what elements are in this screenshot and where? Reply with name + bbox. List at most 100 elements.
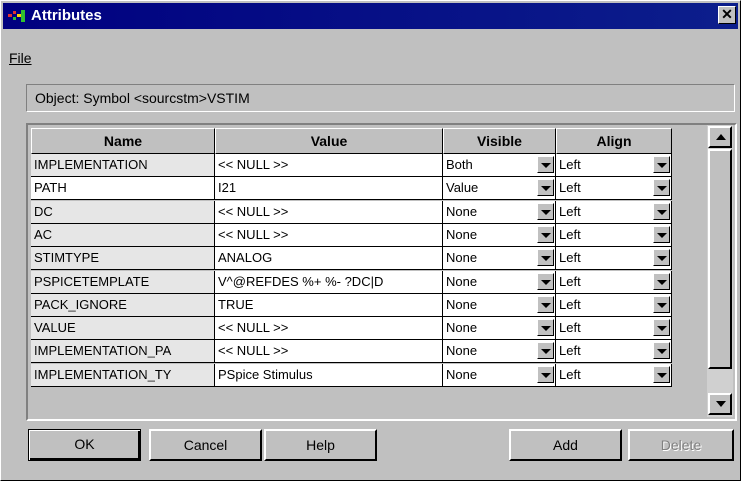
attribute-value-cell[interactable]: PSpice Stimulus [215, 363, 443, 387]
dropdown-arrow-icon[interactable] [653, 202, 670, 220]
title-bar[interactable]: Attributes ✕ [3, 3, 738, 29]
dropdown-arrow-icon[interactable] [653, 295, 670, 313]
attribute-value-cell[interactable]: << NULL >> [215, 340, 443, 364]
attribute-value-cell[interactable]: << NULL >> [215, 223, 443, 247]
align-select[interactable]: Left [556, 154, 672, 177]
table-row[interactable]: DC << NULL >> None Left [31, 200, 672, 224]
attribute-name-cell-text: PATH [34, 180, 67, 196]
attribute-value-cell[interactable]: V^@REFDES %+ %- ?DC|D [215, 270, 443, 294]
dropdown-arrow-icon[interactable] [537, 225, 554, 243]
dropdown-arrow-icon[interactable] [537, 295, 554, 313]
align-select[interactable]: Left [556, 247, 672, 271]
attribute-value-cell-text: << NULL >> [218, 226, 289, 242]
table-row[interactable]: AC << NULL >> None Left [31, 223, 672, 247]
header-filler [672, 128, 710, 154]
ok-button[interactable]: OK [28, 429, 141, 461]
dropdown-arrow-icon[interactable] [537, 249, 554, 267]
dropdown-arrow-icon[interactable] [537, 156, 554, 173]
attribute-name-cell[interactable]: PACK_IGNORE [31, 293, 215, 317]
visible-select[interactable]: None [443, 317, 556, 341]
visible-select-text: None [446, 296, 478, 312]
table-row[interactable]: PACK_IGNORE TRUE None Left [31, 293, 672, 317]
attribute-name-cell[interactable]: DC [31, 200, 215, 224]
table-row[interactable]: IMPLEMENTATION << NULL >> Both Left [31, 154, 672, 177]
visible-select[interactable]: None [443, 340, 556, 364]
scroll-up-button[interactable] [708, 126, 732, 148]
scroll-thumb[interactable] [708, 149, 732, 369]
visible-select[interactable]: None [443, 223, 556, 247]
dropdown-arrow-icon[interactable] [653, 179, 670, 197]
align-select-text: Left [559, 273, 581, 289]
align-select[interactable]: Left [556, 270, 672, 294]
attribute-name-cell[interactable]: AC [31, 223, 215, 247]
visible-select[interactable]: Both [443, 154, 556, 177]
table-row[interactable]: PSPICETEMPLATE V^@REFDES %+ %- ?DC|D None L… [31, 270, 672, 294]
row-filler [672, 317, 710, 341]
table-row[interactable]: IMPLEMENTATION_PA << NULL >> None Left [31, 340, 672, 364]
attribute-name-cell[interactable]: IMPLEMENTATION [31, 154, 215, 177]
align-select[interactable]: Left [556, 363, 672, 387]
dropdown-arrow-icon[interactable] [537, 179, 554, 197]
align-select[interactable]: Left [556, 340, 672, 364]
visible-select[interactable]: None [443, 270, 556, 294]
column-header-align[interactable]: Align [556, 128, 672, 154]
attribute-name-cell[interactable]: VALUE [31, 317, 215, 341]
align-select[interactable]: Left [556, 293, 672, 317]
align-select[interactable]: Left [556, 177, 672, 201]
visible-select-text: None [446, 366, 478, 382]
menu-file[interactable]: File [9, 50, 32, 66]
table-row[interactable]: STIMTYPE ANALOG None Left [31, 247, 672, 271]
help-button[interactable]: Help [264, 429, 377, 461]
attribute-value-cell[interactable]: << NULL >> [215, 154, 443, 177]
dropdown-arrow-icon[interactable] [653, 156, 670, 173]
table-row[interactable]: PATH I21 Value Left [31, 177, 672, 201]
attribute-name-cell-text: VALUE [34, 320, 76, 336]
align-select[interactable]: Left [556, 200, 672, 224]
align-select-text: Left [559, 180, 581, 196]
visible-select[interactable]: None [443, 293, 556, 317]
close-button[interactable]: ✕ [718, 6, 736, 24]
dropdown-arrow-icon[interactable] [537, 319, 554, 337]
column-header-name[interactable]: Name [31, 128, 215, 154]
attribute-name-cell[interactable]: IMPLEMENTATION_PA [31, 340, 215, 364]
scroll-down-button[interactable] [708, 393, 732, 415]
dropdown-arrow-icon[interactable] [653, 365, 670, 383]
attribute-value-cell[interactable]: I21 [215, 177, 443, 201]
visible-select[interactable]: None [443, 363, 556, 387]
dropdown-arrow-icon[interactable] [537, 365, 554, 383]
dropdown-arrow-icon[interactable] [653, 319, 670, 337]
attribute-name-cell[interactable]: PSPICETEMPLATE [31, 270, 215, 294]
column-header-visible[interactable]: Visible [443, 128, 556, 154]
add-button[interactable]: Add [509, 429, 622, 461]
dropdown-arrow-icon[interactable] [537, 342, 554, 360]
attribute-value-cell[interactable]: << NULL >> [215, 200, 443, 224]
vertical-scrollbar[interactable] [707, 125, 733, 417]
attribute-value-cell[interactable]: TRUE [215, 293, 443, 317]
visible-select[interactable]: Value [443, 177, 556, 201]
cancel-button[interactable]: Cancel [149, 429, 262, 461]
dropdown-arrow-icon[interactable] [653, 225, 670, 243]
column-header-value[interactable]: Value [215, 128, 443, 154]
row-filler [672, 340, 710, 364]
attribute-name-cell-text: DC [34, 203, 53, 219]
attributes-dialog: Attributes ✕ File Object: Symbol <sourcs… [0, 0, 741, 481]
attribute-name-cell[interactable]: STIMTYPE [31, 247, 215, 271]
attribute-value-cell[interactable]: << NULL >> [215, 317, 443, 341]
table-row[interactable]: VALUE << NULL >> None Left [31, 317, 672, 341]
attribute-value-cell[interactable]: ANALOG [215, 247, 443, 271]
attribute-name-cell[interactable]: IMPLEMENTATION_TY [31, 363, 215, 387]
visible-select[interactable]: None [443, 200, 556, 224]
dropdown-arrow-icon[interactable] [653, 272, 670, 290]
visible-select[interactable]: None [443, 247, 556, 271]
dropdown-arrow-icon[interactable] [653, 342, 670, 360]
align-select[interactable]: Left [556, 223, 672, 247]
dropdown-arrow-icon[interactable] [653, 249, 670, 267]
dropdown-arrow-icon[interactable] [537, 202, 554, 220]
row-filler [672, 293, 710, 317]
align-select[interactable]: Left [556, 317, 672, 341]
attribute-name-cell[interactable]: PATH [31, 177, 215, 201]
row-filler [672, 247, 710, 271]
row-filler [672, 223, 710, 247]
dropdown-arrow-icon[interactable] [537, 272, 554, 290]
table-row[interactable]: IMPLEMENTATION_TY PSpice Stimulus None Left [31, 363, 672, 387]
